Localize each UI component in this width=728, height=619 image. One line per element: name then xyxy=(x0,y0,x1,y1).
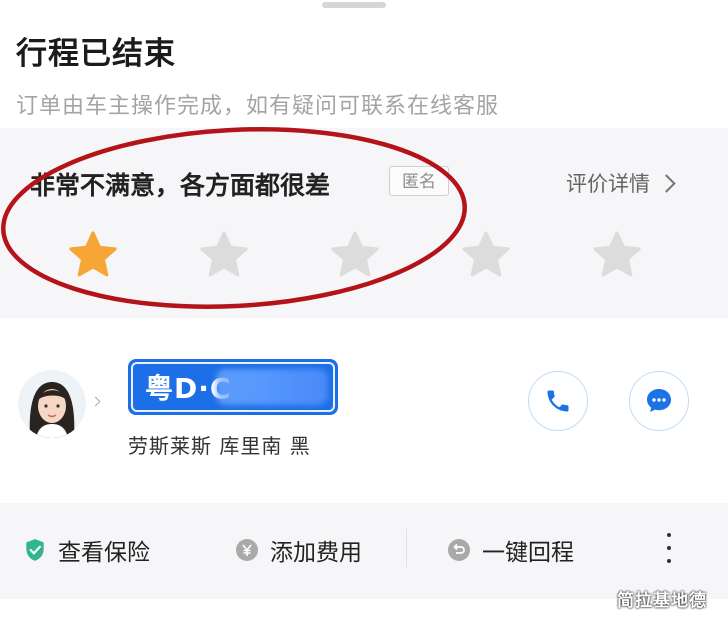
anonymous-tag: 匿名 xyxy=(389,166,449,196)
phone-icon xyxy=(547,390,569,412)
chevron-right-icon xyxy=(657,173,676,193)
star-rating xyxy=(66,228,646,284)
shield-check-icon xyxy=(26,539,44,561)
driver-info-row: 粤D·C 劳斯莱斯 库里南 黑 xyxy=(0,318,728,503)
chat-bubble-icon xyxy=(647,389,671,412)
view-insurance-button[interactable]: 查看保险 xyxy=(22,533,150,567)
license-plate: 粤D·C xyxy=(128,359,338,415)
rating-panel: 非常不满意，各方面都很差 匿名 评价详情 xyxy=(0,128,728,318)
star-empty-icon[interactable] xyxy=(459,228,513,282)
chat-driver-button[interactable] xyxy=(629,371,689,431)
rating-detail-link[interactable]: 评价详情 xyxy=(566,168,676,198)
view-insurance-label: 查看保险 xyxy=(58,540,150,566)
star-empty-icon[interactable] xyxy=(328,228,382,282)
star-empty-icon[interactable] xyxy=(590,228,644,282)
rating-detail-label: 评价详情 xyxy=(566,172,650,196)
one-click-return-button[interactable]: 一键回程 xyxy=(446,533,574,567)
car-info: 劳斯莱斯 库里南 黑 xyxy=(128,434,311,458)
chevron-right-icon xyxy=(90,396,101,407)
watermark: 简拉基地德 xyxy=(617,591,707,611)
sheet-drag-handle[interactable] xyxy=(322,2,386,8)
more-vertical-icon[interactable] xyxy=(662,533,676,563)
action-divider xyxy=(406,529,407,567)
action-bar: 查看保险 添加费用 一键回程 xyxy=(0,503,728,599)
one-click-return-label: 一键回程 xyxy=(482,540,574,566)
star-filled-icon[interactable] xyxy=(66,228,120,282)
rating-text: 非常不满意，各方面都很差 xyxy=(30,171,331,200)
call-driver-button[interactable] xyxy=(528,371,588,431)
page-subtitle: 订单由车主操作完成，如有疑问可联系在线客服 xyxy=(16,94,500,119)
star-empty-icon[interactable] xyxy=(197,228,251,282)
return-arrow-icon xyxy=(448,539,470,561)
yen-coin-icon xyxy=(236,539,258,561)
plate-blur-mask xyxy=(216,369,328,405)
add-fee-button[interactable]: 添加费用 xyxy=(234,533,362,567)
driver-avatar[interactable] xyxy=(18,370,86,438)
add-fee-label: 添加费用 xyxy=(270,540,362,566)
page-title: 行程已结束 xyxy=(16,36,176,72)
